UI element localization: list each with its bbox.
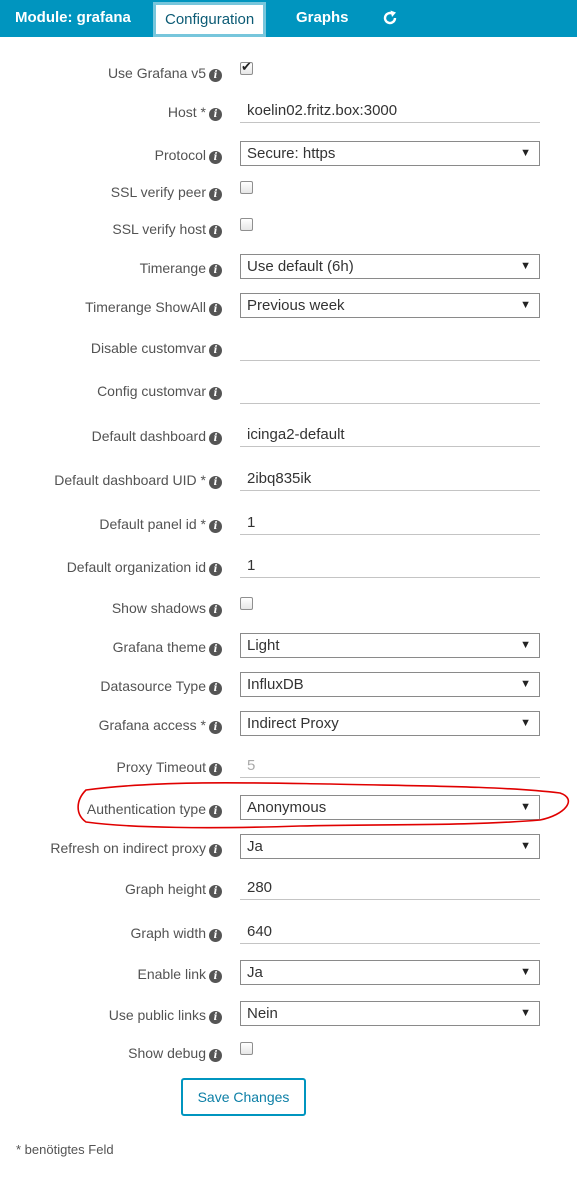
timerange-showall-select[interactable]: Previous week ▼ bbox=[240, 293, 540, 318]
ssl-verify-host-checkbox[interactable] bbox=[240, 218, 253, 231]
ssl-verify-peer-label: SSL verify peer i bbox=[111, 184, 222, 201]
use-public-links-select[interactable]: Nein ▼ bbox=[240, 1001, 540, 1026]
protocol-select[interactable]: Secure: https ▼ bbox=[240, 141, 540, 166]
grafana-theme-label: Grafana theme i bbox=[113, 639, 222, 656]
config-customvar-label: Config customvar i bbox=[97, 383, 222, 400]
ssl-verify-peer-checkbox[interactable] bbox=[240, 181, 253, 194]
info-icon[interactable]: i bbox=[209, 432, 222, 445]
ssl-verify-host-label: SSL verify host i bbox=[112, 221, 222, 238]
info-icon[interactable]: i bbox=[209, 763, 222, 776]
timerange-select[interactable]: Use default (6h) ▼ bbox=[240, 254, 540, 279]
chevron-down-icon: ▼ bbox=[520, 260, 531, 272]
refresh-indirect-proxy-label: Refresh on indirect proxy i bbox=[50, 840, 222, 857]
chevron-down-icon: ▼ bbox=[520, 639, 531, 651]
info-icon[interactable]: i bbox=[209, 303, 222, 316]
info-icon[interactable]: i bbox=[209, 970, 222, 983]
tab-graphs[interactable]: Graphs bbox=[296, 0, 349, 37]
info-icon[interactable]: i bbox=[209, 844, 222, 857]
timerange-label: Timerange i bbox=[140, 260, 222, 277]
proxy-timeout-input[interactable]: 5 bbox=[240, 753, 540, 778]
info-icon[interactable]: i bbox=[209, 929, 222, 942]
chevron-down-icon: ▼ bbox=[520, 678, 531, 690]
info-icon[interactable]: i bbox=[209, 721, 222, 734]
info-icon[interactable]: i bbox=[209, 225, 222, 238]
graph-width-label: Graph width i bbox=[131, 925, 222, 942]
chevron-down-icon: ▼ bbox=[520, 966, 531, 978]
chevron-down-icon: ▼ bbox=[520, 840, 531, 852]
default-org-id-input[interactable]: 1 bbox=[240, 553, 540, 578]
tab-bar: Module: grafana Configuration Graphs bbox=[0, 0, 577, 37]
grafana-access-select[interactable]: Indirect Proxy ▼ bbox=[240, 711, 540, 736]
info-icon[interactable]: i bbox=[209, 563, 222, 576]
show-debug-checkbox[interactable] bbox=[240, 1042, 253, 1055]
default-dashboard-label: Default dashboard i bbox=[92, 428, 222, 445]
datasource-type-label: Datasource Type i bbox=[100, 678, 222, 695]
show-debug-label: Show debug i bbox=[128, 1045, 222, 1062]
default-org-id-label: Default organization id i bbox=[67, 559, 222, 576]
show-shadows-checkbox[interactable] bbox=[240, 597, 253, 610]
protocol-label: Protocol i bbox=[155, 147, 222, 164]
default-panel-id-label: Default panel id * i bbox=[99, 516, 222, 533]
info-icon[interactable]: i bbox=[209, 1049, 222, 1062]
info-icon[interactable]: i bbox=[209, 344, 222, 357]
chevron-down-icon: ▼ bbox=[520, 717, 531, 729]
refresh-icon[interactable] bbox=[381, 9, 399, 27]
authentication-type-select[interactable]: Anonymous ▼ bbox=[240, 795, 540, 820]
info-icon[interactable]: i bbox=[209, 682, 222, 695]
info-icon[interactable]: i bbox=[209, 1011, 222, 1024]
graph-width-input[interactable]: 640 bbox=[240, 919, 540, 944]
config-customvar-input[interactable] bbox=[240, 379, 540, 404]
enable-link-select[interactable]: Ja ▼ bbox=[240, 960, 540, 985]
info-icon[interactable]: i bbox=[209, 151, 222, 164]
proxy-timeout-label: Proxy Timeout i bbox=[117, 759, 222, 776]
chevron-down-icon: ▼ bbox=[520, 299, 531, 311]
default-dashboard-input[interactable]: icinga2-default bbox=[240, 422, 540, 447]
disable-customvar-label: Disable customvar i bbox=[91, 340, 222, 357]
graph-height-label: Graph height i bbox=[125, 881, 222, 898]
tab-module-grafana[interactable]: Module: grafana bbox=[15, 0, 131, 37]
grafana-access-label: Grafana access * i bbox=[99, 717, 222, 734]
info-icon[interactable]: i bbox=[209, 387, 222, 400]
use-grafana-v5-checkbox[interactable]: ✔ bbox=[240, 59, 253, 75]
grafana-theme-select[interactable]: Light ▼ bbox=[240, 633, 540, 658]
disable-customvar-input[interactable] bbox=[240, 336, 540, 361]
default-dashboard-uid-input[interactable]: 2ibq835ik bbox=[240, 466, 540, 491]
refresh-indirect-proxy-select[interactable]: Ja ▼ bbox=[240, 834, 540, 859]
info-icon[interactable]: i bbox=[209, 604, 222, 617]
datasource-type-select[interactable]: InfluxDB ▼ bbox=[240, 672, 540, 697]
chevron-down-icon: ▼ bbox=[520, 801, 531, 813]
tab-configuration[interactable]: Configuration bbox=[153, 2, 267, 37]
info-icon[interactable]: i bbox=[209, 69, 222, 82]
use-grafana-v5-label: Use Grafana v5 i bbox=[108, 65, 222, 82]
info-icon[interactable]: i bbox=[209, 885, 222, 898]
info-icon[interactable]: i bbox=[209, 520, 222, 533]
info-icon[interactable]: i bbox=[209, 643, 222, 656]
host-label: Host * i bbox=[168, 104, 222, 121]
info-icon[interactable]: i bbox=[209, 108, 222, 121]
save-changes-button[interactable]: Save Changes bbox=[181, 1078, 306, 1116]
required-field-note: * benötigtes Feld bbox=[16, 1142, 114, 1157]
info-icon[interactable]: i bbox=[209, 188, 222, 201]
checkmark-icon: ✔ bbox=[241, 59, 252, 74]
default-dashboard-uid-label: Default dashboard UID * i bbox=[54, 472, 222, 489]
show-shadows-label: Show shadows i bbox=[112, 600, 222, 617]
chevron-down-icon: ▼ bbox=[520, 1007, 531, 1019]
default-panel-id-input[interactable]: 1 bbox=[240, 510, 540, 535]
info-icon[interactable]: i bbox=[209, 264, 222, 277]
authentication-type-label: Authentication type i bbox=[87, 801, 222, 818]
enable-link-label: Enable link i bbox=[138, 966, 222, 983]
graph-height-input[interactable]: 280 bbox=[240, 875, 540, 900]
chevron-down-icon: ▼ bbox=[520, 147, 531, 159]
host-input[interactable]: koelin02.fritz.box:3000 bbox=[240, 98, 540, 123]
info-icon[interactable]: i bbox=[209, 805, 222, 818]
timerange-showall-label: Timerange ShowAll i bbox=[85, 299, 222, 316]
info-icon[interactable]: i bbox=[209, 476, 222, 489]
use-public-links-label: Use public links i bbox=[109, 1007, 222, 1024]
